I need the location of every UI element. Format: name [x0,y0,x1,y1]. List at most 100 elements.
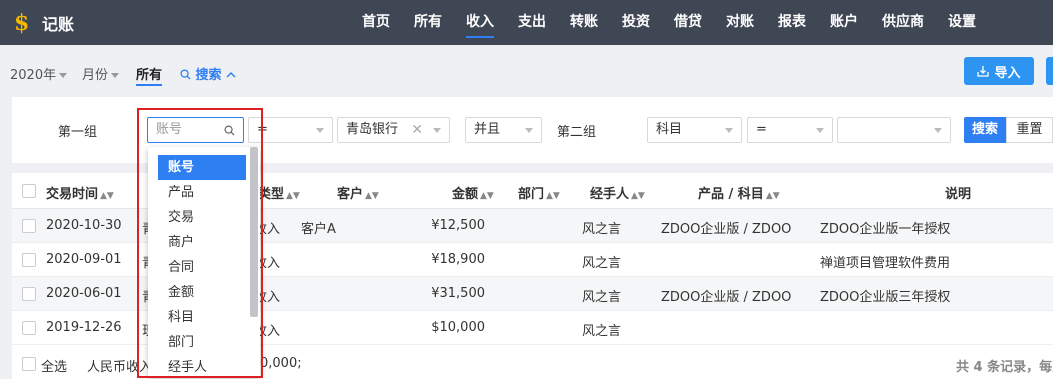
sort-icon: ▲▼ [480,191,494,201]
clear-icon[interactable]: ✕ [411,118,423,142]
import-icon [977,66,990,77]
col-customer[interactable]: 客户 ▲▼ [337,183,379,202]
dropdown-option[interactable]: 商户 [158,230,246,255]
nav-item[interactable]: 借贷 [662,0,714,45]
year-filter-label: 2020年 [10,68,57,83]
field2-select[interactable]: 科目 [647,117,742,143]
chevron-down-icon [111,73,120,78]
col-amount[interactable]: 金额 ▲▼ [452,183,494,202]
nav-item[interactable]: 转账 [558,0,610,45]
dropdown-option[interactable]: 产品 [158,180,246,205]
col-type-label: 类型 [258,187,285,202]
cell-handler: 风之言 [582,256,622,271]
select-all-label[interactable]: 全选 [41,356,67,375]
cell-date: 2020-06-01 [46,286,122,301]
operator1-select[interactable]: = [248,117,333,143]
nav-item[interactable]: 首页 [350,0,402,45]
logic-select[interactable]: 并且 [465,117,542,143]
select-all-checkbox[interactable] [22,184,36,198]
chevron-down-icon [934,128,942,133]
col-customer-label: 客户 [337,187,364,202]
search-button[interactable]: 搜索 [964,117,1006,143]
col-date-label: 交易时间 [46,187,99,202]
cell-customer: 客户A [301,222,336,237]
cell-amount: $10,000 [431,320,485,335]
logic-value: 并且 [474,122,501,137]
dollar-icon: $ [14,10,30,36]
sort-icon: ▲▼ [631,191,645,201]
nav-item[interactable]: 收入 [454,0,506,45]
chevron-down-icon [725,128,733,133]
import-button-label: 导入 [994,65,1021,81]
col-type[interactable]: 类型 ▲▼ [258,183,300,202]
filter-all[interactable]: 所有 [136,64,163,86]
records-count: 共 4 条记录，每页 [956,360,1053,375]
import-button[interactable]: 导入 [964,57,1034,85]
cell-desc: ZDOO企业版一年授权 [820,222,951,237]
cell-handler: 风之言 [582,290,622,305]
app-logo[interactable]: $ 记账 [14,11,74,35]
col-date[interactable]: 交易时间 ▲▼ [46,183,114,202]
col-amount-label: 金额 [452,187,479,202]
dropdown-option[interactable]: 交易 [158,205,246,230]
col-dept-label: 部门 [518,187,545,202]
chevron-down-icon [433,128,441,133]
cell-product: ZDOO企业版 / ZDOO [661,290,792,305]
operator1-value: = [257,122,268,137]
summary-text: 人民币收入 [87,360,153,375]
nav-item[interactable]: 投资 [610,0,662,45]
sort-icon: ▲▼ [286,191,300,201]
cell-product: ZDOO企业版 / ZDOO [661,222,792,237]
cell-handler: 风之言 [582,222,622,237]
year-filter[interactable]: 2020年 [10,64,68,83]
dropdown-option[interactable]: 经手人 [158,355,246,377]
col-dept[interactable]: 部门 ▲▼ [518,183,560,202]
top-navbar: $ 记账 首页 所有 收入 支出 转账 投资 借贷 对账 报表 账户 供应商 设置 [0,0,1053,45]
cell-desc: ZDOO企业版三年授权 [820,290,951,305]
cell-desc: 禅道项目管理软件费用 [820,256,951,271]
row-checkbox[interactable] [22,219,36,233]
sub-toolbar: 2020年 月份 所有 搜索 导入 [0,45,1053,97]
summary-tail: 0,000; [260,356,302,371]
dropdown-option[interactable]: 合同 [158,255,246,280]
operator2-value: = [756,122,767,137]
cell-amount: ¥18,900 [431,252,485,267]
cell-date: 2020-09-01 [46,252,122,267]
nav-item[interactable]: 所有 [402,0,454,45]
col-handler[interactable]: 经手人 ▲▼ [590,183,645,202]
operator2-select[interactable]: = [747,117,833,143]
sort-icon: ▲▼ [100,191,114,201]
dropdown-option[interactable]: 科目 [158,305,246,330]
dropdown-option[interactable]: 金额 [158,280,246,305]
nav-item[interactable]: 报表 [766,0,818,45]
month-filter[interactable]: 月份 [82,64,120,83]
col-product-label: 产品 / 科目 [698,187,764,202]
cell-amount: ¥12,500 [431,218,485,233]
export-button[interactable] [1046,57,1053,85]
footer-select-all-checkbox[interactable] [22,357,36,371]
row-checkbox[interactable] [22,287,36,301]
nav-item[interactable]: 支出 [506,0,558,45]
col-handler-label: 经手人 [590,187,630,202]
nav-item[interactable]: 对账 [714,0,766,45]
search-icon [224,125,235,136]
sort-icon: ▲▼ [546,191,560,201]
nav-item[interactable]: 账户 [818,0,870,45]
col-product[interactable]: 产品 / 科目 ▲▼ [698,183,780,202]
field2-value: 科目 [656,122,683,137]
search-toggle[interactable]: 搜索 [180,64,236,83]
nav-item[interactable]: 供应商 [870,0,936,45]
dropdown-scrollbar[interactable] [250,147,258,317]
dropdown-option[interactable]: 账号 [158,155,246,180]
field1-select[interactable]: 账号 [147,117,244,143]
row-checkbox[interactable] [22,253,36,267]
dropdown-option[interactable]: 部门 [158,330,246,355]
value1-select[interactable]: 青岛银行 ✕ [337,117,450,143]
app-title: 记账 [42,15,75,34]
nav-item[interactable]: 设置 [936,0,988,45]
value2-select[interactable] [837,117,951,143]
row-checkbox[interactable] [22,321,36,335]
cell-amount: ¥31,500 [431,286,485,301]
field1-dropdown-list: 账号 产品 交易 商户 合同 金额 科目 部门 经手人 [148,147,260,377]
reset-button[interactable]: 重置 [1006,117,1053,143]
